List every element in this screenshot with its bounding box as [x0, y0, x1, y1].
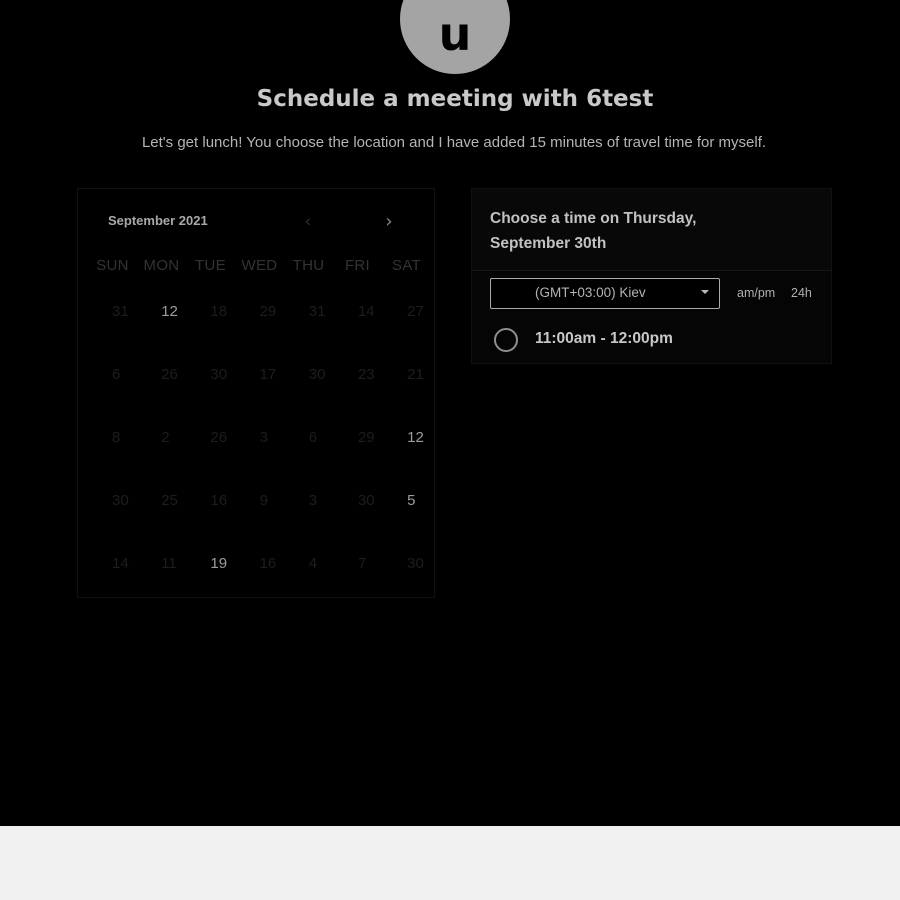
calendar-day: 29 [357, 429, 375, 446]
calendar-day[interactable]: 5 [391, 492, 440, 555]
page-description: Let's get lunch! You choose the location… [141, 134, 767, 151]
calendar-day: 17 [259, 366, 277, 383]
weekday-mon: MON [143, 257, 180, 274]
calendar-panel: September 2021 ‹ › SUN MON TUE WED THU F… [77, 188, 435, 598]
calendar-day: 16 [259, 555, 277, 572]
calendar-day: 30 [357, 492, 375, 509]
calendar-day: 6 [112, 366, 121, 383]
weekday-wed: WED [241, 257, 278, 274]
calendar-day: 9 [259, 492, 268, 509]
calendar-day: 30 [210, 366, 228, 383]
chevron-right-icon[interactable]: › [379, 211, 399, 232]
time-picker-panel: Choose a time on Thursday, September 30t… [471, 188, 832, 364]
calendar-day: 31 [112, 303, 129, 320]
page-background: u Schedule a meeting with 6test Let's ge… [0, 0, 900, 826]
radio-icon[interactable] [494, 328, 518, 352]
calendar-day: 18 [210, 303, 228, 320]
calendar-day: 16 [210, 492, 228, 509]
time-picker-title: Choose a time on Thursday, September 30t… [490, 206, 790, 256]
calendar-month-label: September 2021 [108, 213, 208, 228]
format-ampm-toggle[interactable]: am/pm [737, 286, 775, 300]
calendar-day: 2 [161, 429, 170, 446]
calendar-day: 26 [210, 429, 228, 446]
calendar-day: 30 [407, 555, 424, 572]
calendar-day: 8 [112, 429, 121, 446]
calendar-day[interactable]: 12 [391, 429, 440, 492]
calendar-day: 27 [407, 303, 424, 320]
calendar-day: 31 [308, 303, 326, 320]
time-picker-header: Choose a time on Thursday, September 30t… [472, 189, 831, 271]
calendar-day: 21 [407, 366, 424, 383]
calendar-day: 23 [357, 366, 375, 383]
time-slot-label: 11:00am - 12:00pm [535, 330, 673, 347]
weekday-sat: SAT [392, 257, 421, 274]
weekday-tue: TUE [195, 257, 226, 274]
weekday-header-row: SUN MON TUE WED THU FRI SAT [88, 257, 432, 274]
calendar-day: 7 [357, 555, 367, 572]
calendar-day: 26 [161, 366, 178, 383]
chevron-left-icon[interactable]: ‹ [298, 211, 318, 232]
avatar-letter: u [438, 7, 472, 61]
calendar-day: 4 [308, 555, 318, 572]
calendar-day[interactable]: 19 [194, 555, 243, 618]
calendar-day: 30 [308, 366, 326, 383]
calendar-day: 3 [259, 429, 268, 446]
timezone-value: (GMT+03:00) Kiev [535, 285, 646, 300]
weekday-sun: SUN [96, 257, 129, 274]
format-24h-toggle[interactable]: 24h [791, 286, 812, 300]
calendar-day: 14 [112, 555, 129, 572]
weekday-thu: THU [292, 257, 325, 274]
time-picker-title-line2: September 30th [490, 235, 607, 252]
time-picker-title-line1: Choose a time on Thursday, [490, 210, 697, 227]
calendar-day: 11 [161, 555, 177, 572]
calendar-day: 3 [308, 492, 318, 509]
calendar-day: 29 [259, 303, 277, 320]
time-slot[interactable]: 11:00am - 12:00pm [494, 327, 814, 353]
calendar-day: 30 [112, 492, 129, 509]
calendar-day: 6 [308, 429, 318, 446]
weekday-fri: FRI [344, 257, 371, 274]
timezone-select[interactable]: (GMT+03:00) Kiev [490, 278, 720, 309]
avatar: u [400, 0, 510, 74]
calendar-day[interactable]: 12 [145, 303, 194, 366]
caret-down-icon [701, 290, 709, 294]
calendar-day: 25 [161, 492, 178, 509]
calendar-day-grid: 31 12 18 29 31 14 27 6 26 30 17 30 23 21 8 2 26 3 6 29 12 30 2… [96, 303, 446, 618]
calendar-day: 14 [357, 303, 375, 320]
page-title: Schedule a meeting with 6test [256, 86, 654, 112]
